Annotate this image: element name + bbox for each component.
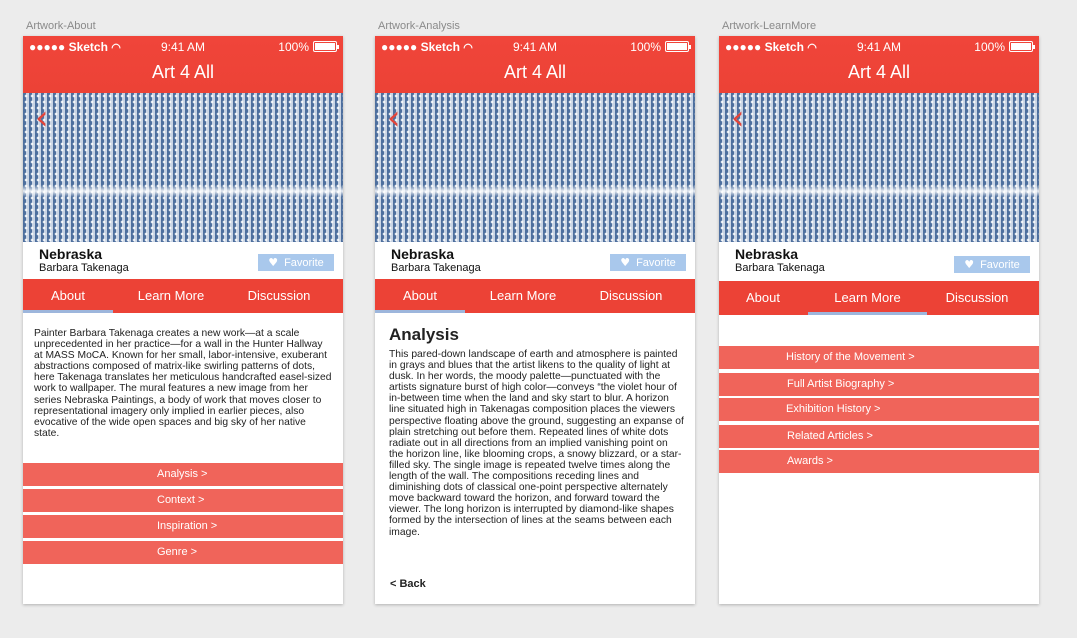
back-chevron-icon[interactable]: ‹: [731, 101, 745, 135]
favorite-button[interactable]: ♥ Favorite: [954, 256, 1030, 273]
phone-analysis-screen: ●●●●● Sketch ◠ 9:41 AM 100% Art 4 All ‹ …: [375, 36, 695, 604]
artwork-artist: Barbara Takenaga: [735, 262, 825, 274]
artwork-artist: Barbara Takenaga: [391, 262, 481, 274]
app-title: Art 4 All: [847, 62, 911, 82]
tab-discussion[interactable]: Discussion: [581, 279, 681, 313]
related-articles-link[interactable]: Related Articles >: [719, 425, 1039, 450]
tab-learn-more[interactable]: Learn More: [808, 281, 927, 315]
heart-icon: ♥: [268, 256, 279, 269]
context-link[interactable]: Context >: [23, 489, 343, 514]
artwork-image: ‹: [23, 93, 343, 242]
back-link[interactable]: < Back: [390, 578, 426, 590]
app-header: ●●●●● Sketch ◠ 9:41 AM 100% Art 4 All: [719, 36, 1039, 93]
status-bar: ●●●●● Sketch ◠ 9:41 AM 100%: [23, 36, 343, 56]
heart-icon: ♥: [964, 258, 975, 271]
battery-percent: 100%: [974, 40, 1005, 54]
artwork-horizon: [23, 185, 343, 197]
favorite-button[interactable]: ♥ Favorite: [258, 254, 334, 271]
app-header: ●●●●● Sketch ◠ 9:41 AM 100% Art 4 All: [23, 36, 343, 93]
exhibition-history-link[interactable]: Exhibition History >: [719, 398, 1039, 423]
artwork-title: Nebraska: [735, 246, 799, 262]
genre-link[interactable]: Genre >: [23, 541, 343, 566]
analysis-link[interactable]: Analysis >: [23, 463, 343, 488]
app-title: Art 4 All: [151, 62, 215, 82]
favorite-label: Favorite: [636, 257, 676, 269]
phone-about-screen: ●●●●● Sketch ◠ 9:41 AM 100% Art 4 All ‹ …: [23, 36, 343, 604]
artwork-horizon: [375, 185, 695, 197]
artwork-info: Nebraska Barbara Takenaga ♥ Favorite: [719, 242, 1039, 278]
battery-icon: [1009, 41, 1035, 52]
app-title: Art 4 All: [503, 62, 567, 82]
favorite-label: Favorite: [980, 259, 1020, 271]
favorite-button[interactable]: ♥ Favorite: [610, 254, 686, 271]
back-chevron-icon[interactable]: ‹: [387, 101, 401, 135]
tab-about[interactable]: About: [375, 279, 465, 313]
tab-discussion[interactable]: Discussion: [927, 281, 1027, 315]
artwork-title: Nebraska: [39, 246, 103, 262]
battery-icon: [665, 41, 691, 52]
tab-about[interactable]: About: [719, 281, 807, 315]
artwork-artist: Barbara Takenaga: [39, 262, 129, 274]
history-of-movement-link[interactable]: History of the Movement >: [719, 346, 1039, 371]
app-header: ●●●●● Sketch ◠ 9:41 AM 100% Art 4 All: [375, 36, 695, 93]
tab-bar: About Learn More Discussion: [23, 279, 343, 313]
tab-learn-more[interactable]: Learn More: [121, 279, 221, 313]
artwork-info: Nebraska Barbara Takenaga ♥ Favorite: [23, 242, 343, 278]
artboard-label-analysis: Artwork-Analysis: [378, 20, 460, 32]
tab-about[interactable]: About: [23, 279, 113, 313]
status-bar: ●●●●● Sketch ◠ 9:41 AM 100%: [719, 36, 1039, 56]
artwork-image: ‹: [719, 93, 1039, 242]
phone-learnmore-screen: ●●●●● Sketch ◠ 9:41 AM 100% Art 4 All ‹ …: [719, 36, 1039, 604]
artboard-label-about: Artwork-About: [26, 20, 96, 32]
status-bar: ●●●●● Sketch ◠ 9:41 AM 100%: [375, 36, 695, 56]
analysis-text: This pared-down landscape of earth and a…: [389, 349, 684, 538]
inspiration-link[interactable]: Inspiration >: [23, 515, 343, 540]
tab-bar: About Learn More Discussion: [719, 281, 1039, 315]
analysis-heading: Analysis: [389, 325, 459, 344]
artwork-title: Nebraska: [391, 246, 455, 262]
back-chevron-icon[interactable]: ‹: [35, 101, 49, 135]
artist-biography-link[interactable]: Full Artist Biography >: [719, 373, 1039, 398]
artwork-horizon: [719, 185, 1039, 197]
artwork-info: Nebraska Barbara Takenaga ♥ Favorite: [375, 242, 695, 278]
battery-percent: 100%: [278, 40, 309, 54]
artboard-label-learnmore: Artwork-LearnMore: [722, 20, 817, 32]
heart-icon: ♥: [620, 256, 631, 269]
about-text: Painter Barbara Takenaga creates a new w…: [34, 328, 332, 439]
battery-icon: [313, 41, 339, 52]
favorite-label: Favorite: [284, 257, 324, 269]
tab-learn-more[interactable]: Learn More: [473, 279, 573, 313]
awards-link[interactable]: Awards >: [719, 450, 1039, 475]
tab-bar: About Learn More Discussion: [375, 279, 695, 313]
tab-discussion[interactable]: Discussion: [229, 279, 329, 313]
artwork-image: ‹: [375, 93, 695, 242]
battery-percent: 100%: [630, 40, 661, 54]
